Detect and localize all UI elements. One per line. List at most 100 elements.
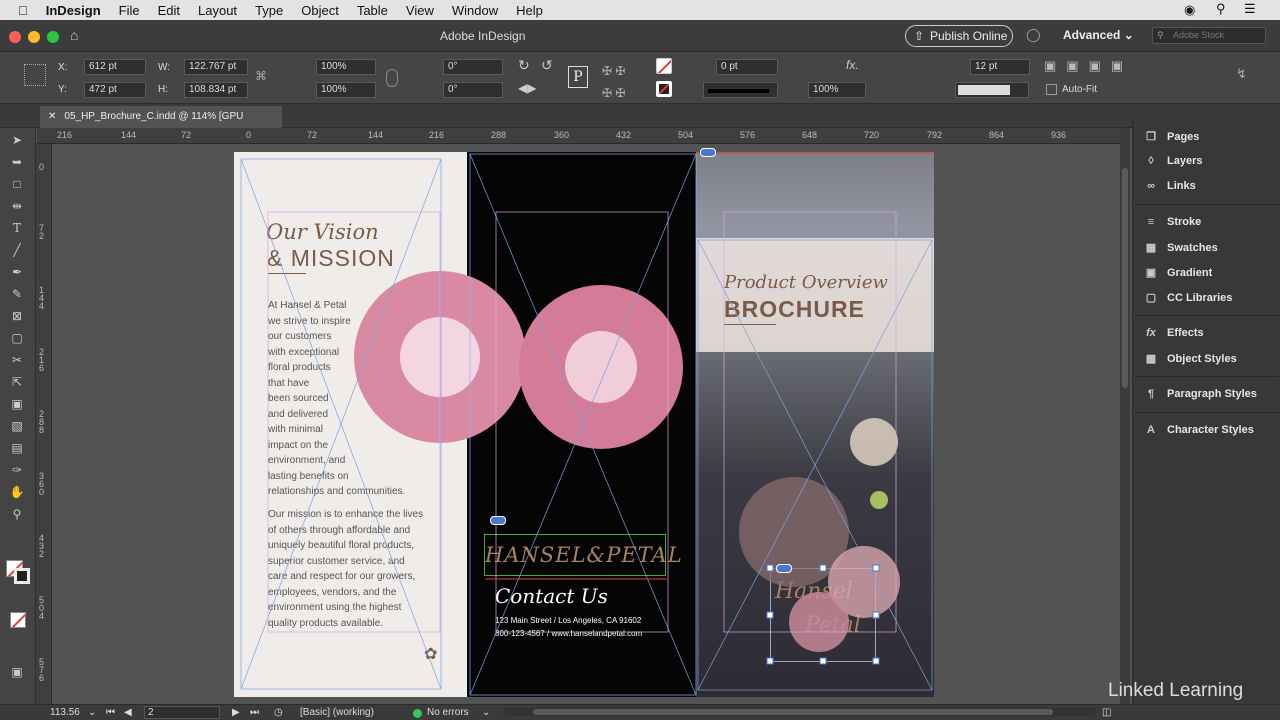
- zoom-window-button[interactable]: [47, 31, 59, 43]
- vertical-scrollbar[interactable]: [1120, 128, 1130, 704]
- horizontal-scrollbar[interactable]: [505, 708, 1095, 716]
- gradient-tool-icon[interactable]: ▣: [8, 396, 26, 412]
- opacity-field[interactable]: 100%: [808, 82, 866, 98]
- spotlight-search-icon[interactable]: ⚲: [1216, 1, 1226, 17]
- zoom-tool-icon[interactable]: ⚲: [8, 506, 26, 522]
- panel-layers[interactable]: ◊ Layers: [1143, 155, 1202, 167]
- document-tab[interactable]: ✕05_HP_Brochure_C.indd @ 114% [GPU Previ…: [40, 106, 282, 144]
- panel-paragraph-styles[interactable]: ¶ Paragraph Styles: [1143, 388, 1257, 400]
- page-tool-icon[interactable]: □: [8, 176, 26, 192]
- panel-cc-libraries[interactable]: ▢ CC Libraries: [1143, 291, 1233, 304]
- close-tab-icon[interactable]: ✕: [48, 111, 56, 122]
- constrain-scale-icon[interactable]: [386, 69, 398, 87]
- stroke-swatch-icon[interactable]: [656, 81, 672, 97]
- frame-fitting-icons[interactable]: ▣▣▣▣: [1044, 58, 1133, 74]
- panel-toggle-icon[interactable]: ◫: [1102, 707, 1111, 718]
- fill-preview-dropdown[interactable]: [955, 82, 1029, 98]
- home-icon[interactable]: ⌂: [70, 27, 78, 43]
- gap-tool-icon[interactable]: ⇹: [8, 198, 26, 214]
- close-window-button[interactable]: [9, 31, 21, 43]
- frame-tool-icon[interactable]: ⊠: [8, 308, 26, 324]
- scale-y-field[interactable]: 100%: [316, 82, 376, 98]
- link-badge-icon[interactable]: [776, 564, 792, 573]
- align-icons[interactable]: ✠ ✠ ✠ ✠: [602, 60, 625, 104]
- first-page-icon[interactable]: ⏮: [106, 707, 115, 718]
- creative-cloud-icon[interactable]: ◉: [1184, 2, 1195, 18]
- panel-pages[interactable]: ❐ Pages: [1143, 130, 1199, 143]
- pen-tool-icon[interactable]: ✒: [8, 264, 26, 280]
- rectangle-tool-icon[interactable]: ▢: [8, 330, 26, 346]
- publish-online-button[interactable]: ⇧ Publish Online: [905, 25, 1013, 47]
- prev-page-icon[interactable]: ◀: [124, 707, 132, 718]
- rotate-ccw-icon[interactable]: ↺: [541, 57, 553, 74]
- gradient-feather-icon[interactable]: ▧: [8, 418, 26, 434]
- fill-stroke-swatch[interactable]: [6, 560, 30, 584]
- panel-character-styles[interactable]: A Character Styles: [1143, 424, 1254, 436]
- panel-links[interactable]: ∞ Links: [1143, 180, 1196, 192]
- flip-horizontal-icon[interactable]: ◀▶: [518, 81, 536, 95]
- w-field[interactable]: 122.767 pt: [184, 59, 248, 75]
- link-badge-icon[interactable]: [490, 516, 506, 525]
- line-tool-icon[interactable]: ╱: [8, 242, 26, 258]
- direct-selection-icon[interactable]: ➥: [8, 154, 26, 170]
- menu-window[interactable]: Window: [443, 3, 507, 18]
- open-page-icon[interactable]: ◷: [274, 707, 283, 718]
- selection-tool-icon[interactable]: ➤: [8, 132, 26, 148]
- lightbulb-icon[interactable]: ◯: [1026, 27, 1041, 43]
- menu-list-icon[interactable]: ☰: [1244, 1, 1256, 17]
- menu-edit[interactable]: Edit: [149, 3, 189, 18]
- eyedropper-tool-icon[interactable]: ✑: [8, 462, 26, 478]
- preflight-profile[interactable]: [Basic] (working): [300, 707, 374, 718]
- fill-swatch-icon[interactable]: [656, 58, 672, 74]
- rotate-field[interactable]: 0°: [443, 59, 503, 75]
- last-page-icon[interactable]: ⏭: [250, 707, 259, 718]
- panel-object-styles[interactable]: ▩ Object Styles: [1143, 352, 1237, 365]
- menu-help[interactable]: Help: [507, 3, 552, 18]
- page-number-field[interactable]: 2: [144, 706, 220, 719]
- panel-gradient[interactable]: ▣ Gradient: [1143, 266, 1212, 279]
- y-field[interactable]: 472 pt: [84, 82, 146, 98]
- document-spread[interactable]: Our Vision & MISSION At Hansel & Petal w…: [234, 148, 934, 697]
- scissors-tool-icon[interactable]: ✂: [8, 352, 26, 368]
- menu-view[interactable]: View: [397, 3, 443, 18]
- screen-mode-icon[interactable]: ▣: [8, 664, 26, 680]
- link-badge-icon[interactable]: [700, 148, 716, 157]
- transform-tool-icon[interactable]: ⇱: [8, 374, 26, 390]
- lightning-icon[interactable]: ↯: [1236, 66, 1247, 82]
- zoom-dropdown-icon[interactable]: ⌄: [88, 707, 96, 718]
- size-field[interactable]: 12 pt: [970, 59, 1030, 75]
- stroke-weight-field[interactable]: 0 pt: [716, 59, 778, 75]
- menu-table[interactable]: Table: [348, 3, 397, 18]
- reference-point-icon[interactable]: [24, 64, 46, 86]
- constrain-proportions-icon[interactable]: ⌘: [255, 69, 271, 85]
- h-field[interactable]: 108.834 pt: [184, 82, 248, 98]
- apply-none-icon[interactable]: [10, 612, 26, 628]
- next-page-icon[interactable]: ▶: [232, 707, 240, 718]
- panel-effects[interactable]: fx Effects: [1143, 327, 1204, 339]
- fx-icon[interactable]: fx.: [846, 58, 859, 72]
- menu-app[interactable]: InDesign: [37, 3, 110, 18]
- preflight-errors[interactable]: No errors: [427, 707, 469, 718]
- x-field[interactable]: 612 pt: [84, 59, 146, 75]
- adobe-stock-search[interactable]: ⚲ Adobe Stock: [1152, 27, 1266, 44]
- minimize-window-button[interactable]: [28, 31, 40, 43]
- preflight-dropdown-icon[interactable]: ⌄: [482, 707, 490, 718]
- scale-x-field[interactable]: 100%: [316, 59, 376, 75]
- menu-object[interactable]: Object: [292, 3, 348, 18]
- type-tool-icon[interactable]: T: [8, 220, 26, 236]
- stroke-type-dropdown[interactable]: [703, 82, 778, 98]
- menu-file[interactable]: File: [110, 3, 149, 18]
- autofit-checkbox[interactable]: [1046, 84, 1057, 95]
- menu-layout[interactable]: Layout: [189, 3, 246, 18]
- scroll-thumb[interactable]: [533, 709, 1053, 715]
- zoom-level[interactable]: 113.56: [50, 707, 80, 718]
- scroll-thumb[interactable]: [1122, 168, 1128, 388]
- menu-type[interactable]: Type: [246, 3, 292, 18]
- pencil-tool-icon[interactable]: ✎: [8, 286, 26, 302]
- workspace-switcher[interactable]: Advanced ⌄: [1063, 28, 1134, 42]
- panel-swatches[interactable]: ▦ Swatches: [1143, 241, 1218, 254]
- hand-tool-icon[interactable]: ✋: [8, 484, 26, 500]
- panel-stroke[interactable]: ≡ Stroke: [1143, 216, 1201, 228]
- rotate-cw-icon[interactable]: ↻: [518, 57, 530, 74]
- note-tool-icon[interactable]: ▤: [8, 440, 26, 456]
